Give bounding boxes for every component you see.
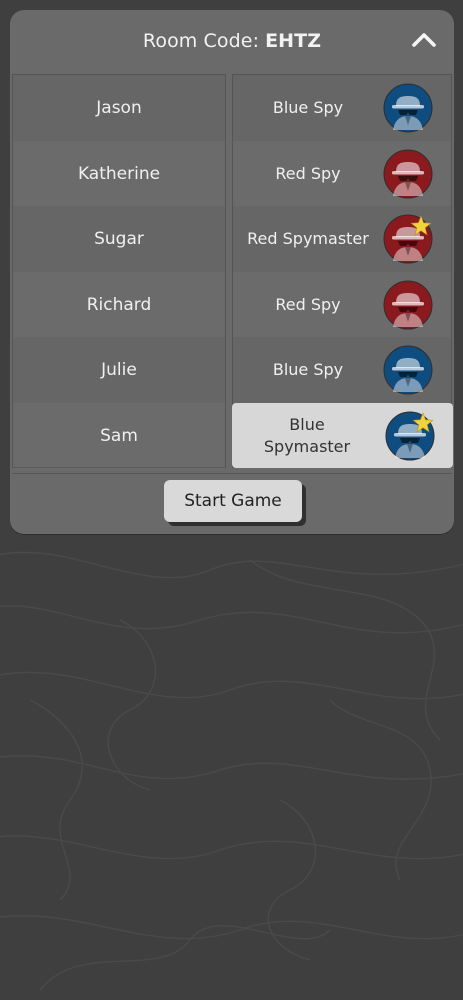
player-role-cell[interactable]: Red Spymaster <box>233 206 451 271</box>
player-roles-column: Blue Spy Red Spy Red Spymaster Red Spy Blue … <box>232 74 453 468</box>
player-role-cell[interactable]: Red Spy <box>233 141 451 206</box>
player-name: Sugar <box>94 228 144 249</box>
player-name-cell: Sugar <box>13 206 225 271</box>
collapse-button[interactable] <box>408 24 440 56</box>
player-name-cell: Richard <box>13 272 225 337</box>
room-header: Room Code: EHTZ <box>10 10 454 72</box>
player-role-cell[interactable]: Blue Spy <box>233 337 451 402</box>
player-name-cell: Jason <box>13 75 225 140</box>
player-role: Red Spy <box>275 163 341 183</box>
spy-avatar-icon <box>383 345 433 395</box>
panel-footer: Start Game <box>12 473 452 534</box>
room-code-text: Room Code: EHTZ <box>143 30 321 52</box>
room-panel: Room Code: EHTZ Jason Katherine Sugar Richar… <box>10 10 454 534</box>
spy-avatar-icon <box>383 149 433 199</box>
chevron-up-icon <box>412 33 436 47</box>
player-role: Blue Spy <box>272 359 344 379</box>
player-name: Jason <box>96 97 142 118</box>
player-name: Julie <box>101 359 137 380</box>
player-role: Red Spy <box>275 294 341 314</box>
player-name: Katherine <box>77 163 161 184</box>
spy-avatar-icon <box>383 83 433 133</box>
player-role-cell[interactable]: Red Spy <box>233 272 451 337</box>
player-role-cell[interactable]: Blue Spy <box>233 75 451 140</box>
player-grid: Jason Katherine Sugar Richard Julie Sam Blue … <box>10 74 454 470</box>
player-role: Blue Spymaster <box>263 414 351 456</box>
player-role: Blue Spy <box>272 97 344 117</box>
start-game-button[interactable]: Start Game <box>164 480 302 522</box>
player-name: Richard <box>86 294 152 315</box>
player-name-cell: Julie <box>13 337 225 402</box>
player-role: Red Spymaster <box>247 228 369 248</box>
spy-avatar-icon <box>383 280 433 330</box>
spy-avatar-icon <box>385 411 435 461</box>
room-code-label: Room Code: <box>142 30 260 52</box>
player-role-cell[interactable]: Blue Spymaster <box>232 403 453 468</box>
room-code-value: EHTZ <box>265 30 322 52</box>
player-names-column: Jason Katherine Sugar Richard Julie Sam <box>12 74 226 468</box>
spy-avatar-icon <box>383 214 433 264</box>
player-name-cell: Sam <box>13 403 225 468</box>
player-name-cell: Katherine <box>13 141 225 206</box>
player-name: Sam <box>100 425 138 446</box>
